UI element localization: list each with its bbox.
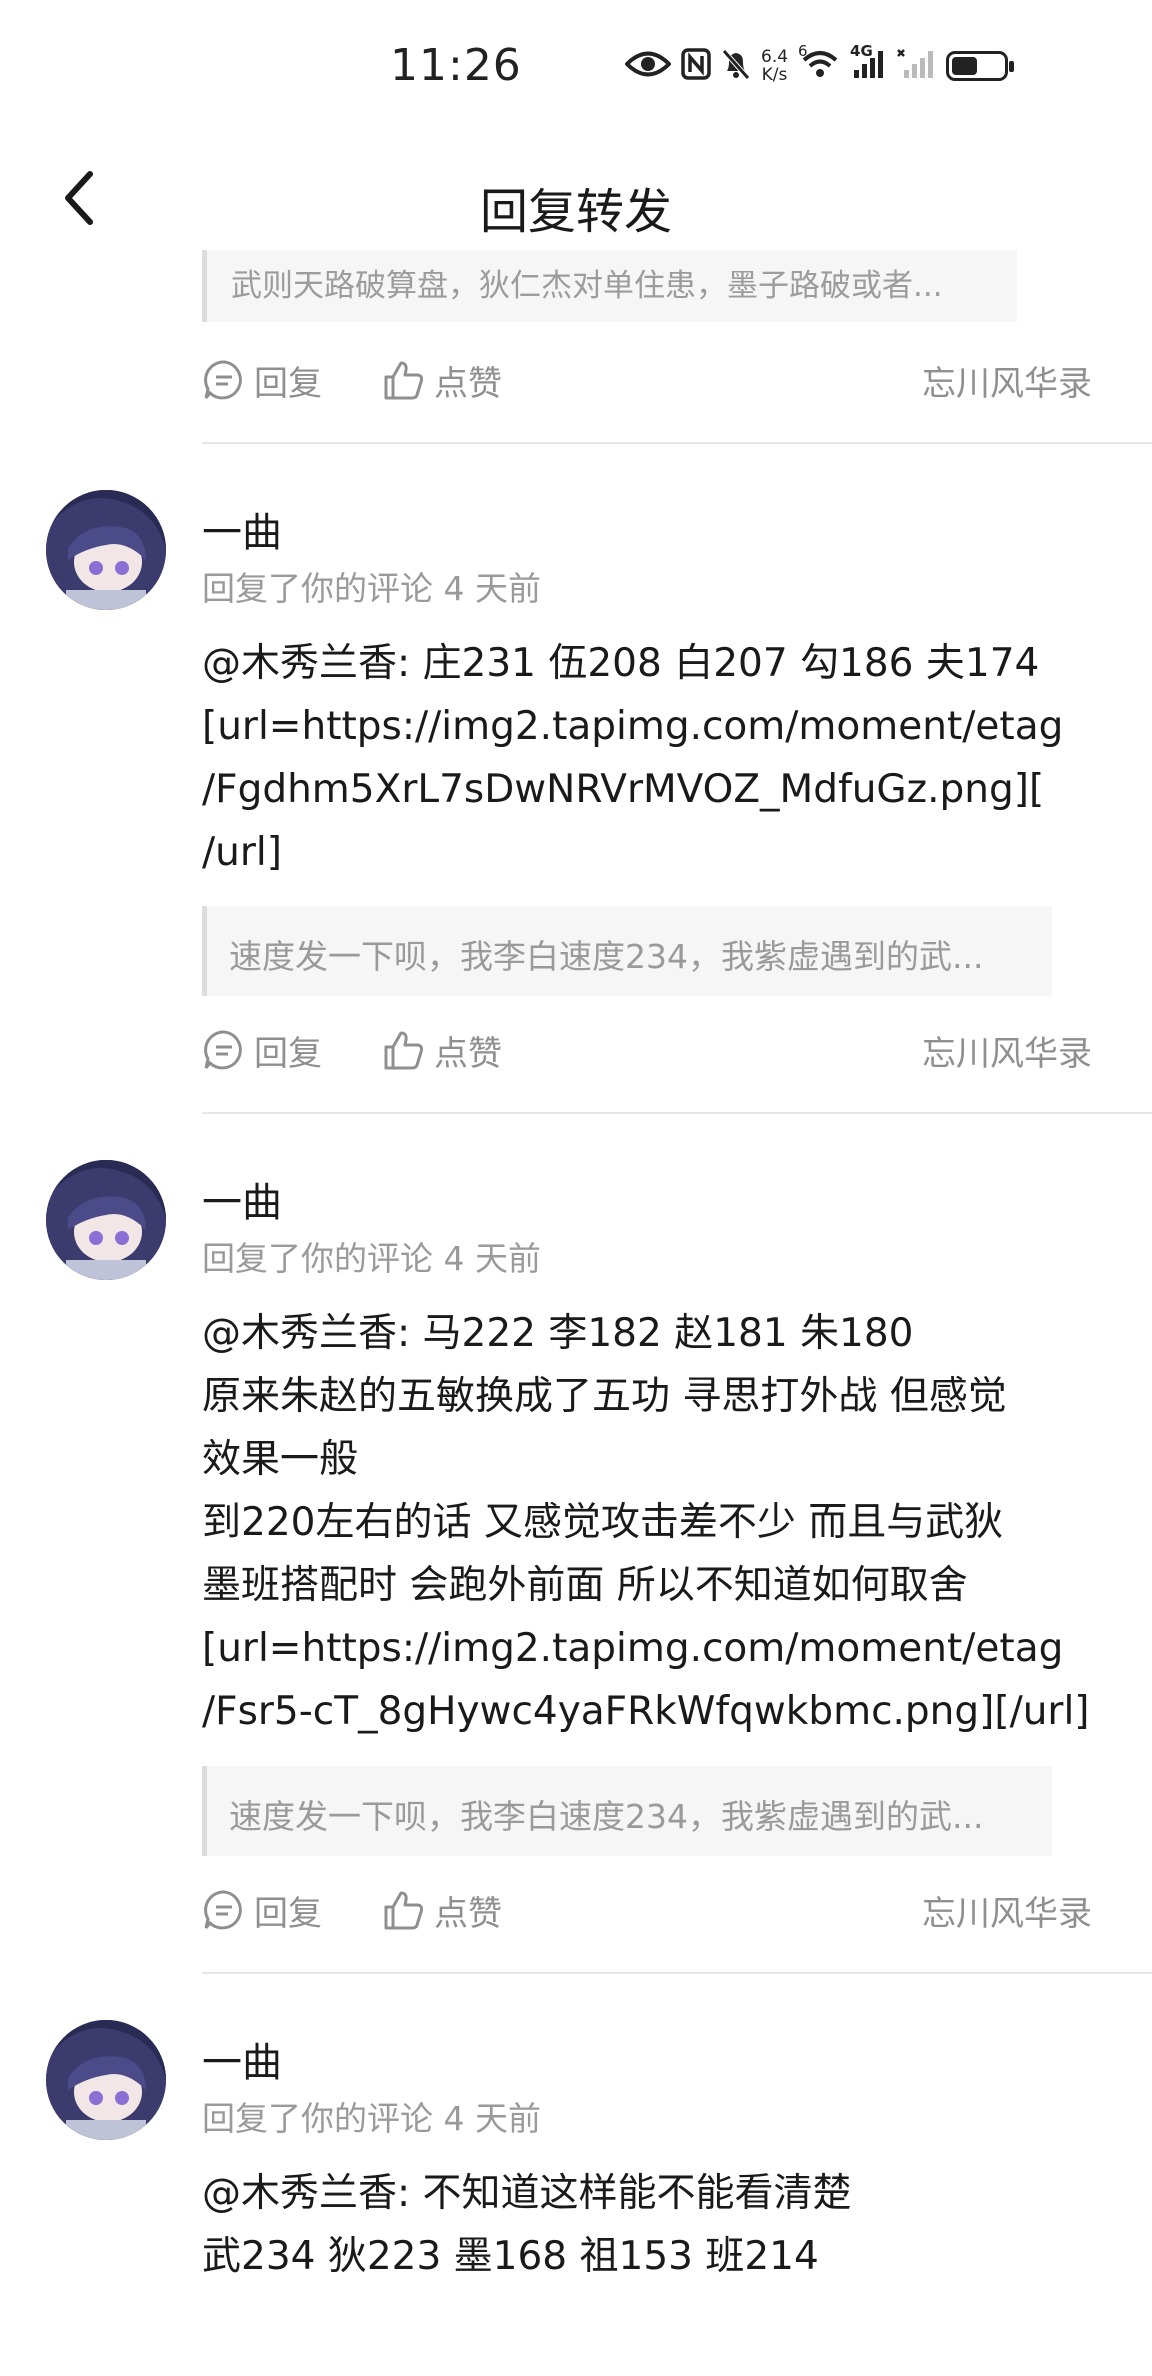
thumbs-up-icon — [384, 361, 424, 400]
content-line: /Fsr5-cT_8gHywc4yaFRkWfqwkbmc.png][/url] — [202, 1689, 1090, 1734]
content-line: 原来朱赵的五敏换成了五功 寻思打外战 但感觉 — [202, 1374, 1007, 1419]
quote-text: 速度发一下呗，我李白速度234，我紫虚遇到的武... — [229, 1797, 984, 1836]
header: 回复转发 — [0, 150, 1152, 250]
like-button[interactable]: 点赞 — [382, 1026, 502, 1075]
status-bar: 11:26 6.4 K/s 6 4G — [0, 0, 1152, 130]
avatar[interactable] — [46, 2020, 166, 2140]
wifi-badge: 6 — [798, 42, 808, 60]
reply-button[interactable]: 回复 — [202, 1886, 322, 1935]
content-line: [url=https://img2.tapimg.com/moment/etag — [202, 704, 1064, 749]
content-line: /Fgdhm5XrL7sDwNRVrMVOZ_MdfuGz.png][ — [202, 767, 1045, 812]
like-label: 点赞 — [434, 1893, 502, 1934]
comment-content: @木秀兰香: 庄231 伍208 白207 勾186 夫174 [url=htt… — [202, 632, 1102, 884]
like-label: 点赞 — [434, 363, 502, 404]
avatar-image — [46, 2020, 166, 2140]
content-line: 墨班搭配时 会跑外前面 所以不知道如何取舍 — [202, 1563, 968, 1608]
nfc-icon — [681, 48, 711, 84]
content-line: [url=https://img2.tapimg.com/moment/etag — [202, 1626, 1064, 1671]
battery-level — [952, 57, 978, 75]
wifi-icon: 6 — [798, 42, 842, 84]
content-line: @木秀兰香: 庄231 伍208 白207 勾186 夫174 — [202, 641, 1040, 686]
source-link[interactable]: 忘川风华录 — [922, 1886, 1092, 1935]
comment-content: @木秀兰香: 不知道这样能不能看清楚 武234 狄223 墨168 祖153 班… — [202, 2162, 1102, 2288]
quote-block[interactable]: 速度发一下呗，我李白速度234，我紫虚遇到的武... — [202, 906, 1052, 996]
net-speed-value: 6.4 — [761, 47, 789, 67]
chat-bubble-icon — [204, 1030, 242, 1070]
avatar-image — [46, 490, 166, 610]
action-bar: 回复 点赞 忘川风华录 — [202, 1880, 1102, 1940]
content-line: 效果一般 — [202, 1437, 359, 1482]
thumbs-up-icon — [384, 1031, 424, 1070]
comment-meta: 回复了你的评论 4 天前 — [202, 569, 541, 608]
reply-label: 回复 — [254, 1033, 322, 1074]
network-type: 4G — [850, 42, 873, 60]
username[interactable]: 一曲 — [202, 500, 282, 558]
chat-bubble-icon — [204, 1890, 242, 1930]
action-bar: 回复 点赞 忘川风华录 — [202, 1020, 1102, 1080]
cell-signal-icon: 4G — [850, 42, 886, 84]
net-speed-unit: K/s — [761, 65, 788, 85]
cell-signal-2-icon — [896, 48, 936, 84]
reply-label: 回复 — [254, 363, 322, 404]
status-time: 11:26 — [390, 40, 522, 91]
quote-block[interactable]: 武则天路破算盘，狄仁杰对单住患，墨子路破或者... — [202, 250, 1017, 322]
like-label: 点赞 — [434, 1033, 502, 1074]
net-speed: 6.4 K/s — [761, 48, 788, 84]
username[interactable]: 一曲 — [202, 2030, 282, 2088]
source-link[interactable]: 忘川风华录 — [922, 1026, 1092, 1075]
divider — [202, 1112, 1152, 1114]
reply-button[interactable]: 回复 — [202, 1026, 322, 1075]
content-line: @木秀兰香: 马222 李182 赵181 朱180 — [202, 1311, 914, 1356]
divider — [202, 1972, 1152, 1974]
content-line: 到220左右的话 又感觉攻击差不少 而且与武狄 — [202, 1500, 1004, 1545]
quote-text: 武则天路破算盘，狄仁杰对单住患，墨子路破或者... — [231, 268, 943, 304]
avatar[interactable] — [46, 490, 166, 610]
comment-content: @木秀兰香: 马222 李182 赵181 朱180 原来朱赵的五敏换成了五功 … — [202, 1302, 1102, 1743]
action-bar: 回复 点赞 忘川风华录 — [202, 350, 1102, 410]
comment-meta: 回复了你的评论 4 天前 — [202, 1239, 541, 1278]
quote-text: 速度发一下呗，我李白速度234，我紫虚遇到的武... — [229, 937, 984, 976]
page-title: 回复转发 — [479, 184, 672, 240]
reply-label: 回复 — [254, 1893, 322, 1934]
avatar[interactable] — [46, 1160, 166, 1280]
like-button[interactable]: 点赞 — [382, 1886, 502, 1935]
avatar-image — [46, 1160, 166, 1280]
like-button[interactable]: 点赞 — [382, 356, 502, 405]
source-link[interactable]: 忘川风华录 — [922, 356, 1092, 405]
content-line: @木秀兰香: 不知道这样能不能看清楚 — [202, 2171, 852, 2216]
thumbs-up-icon — [384, 1891, 424, 1930]
divider — [202, 442, 1152, 444]
reply-button[interactable]: 回复 — [202, 356, 322, 405]
quote-block[interactable]: 速度发一下呗，我李白速度234，我紫虚遇到的武... — [202, 1766, 1052, 1856]
chat-bubble-icon — [204, 360, 242, 400]
content-line: /url] — [202, 830, 282, 875]
battery-icon — [946, 51, 1015, 81]
status-icons: 6.4 K/s 6 4G — [624, 42, 1015, 88]
comment-meta: 回复了你的评论 4 天前 — [202, 2099, 541, 2138]
username[interactable]: 一曲 — [202, 1170, 282, 1228]
eye-icon — [624, 49, 672, 83]
mute-bell-icon — [721, 48, 751, 84]
content-line: 武234 狄223 墨168 祖153 班214 — [202, 2234, 819, 2279]
